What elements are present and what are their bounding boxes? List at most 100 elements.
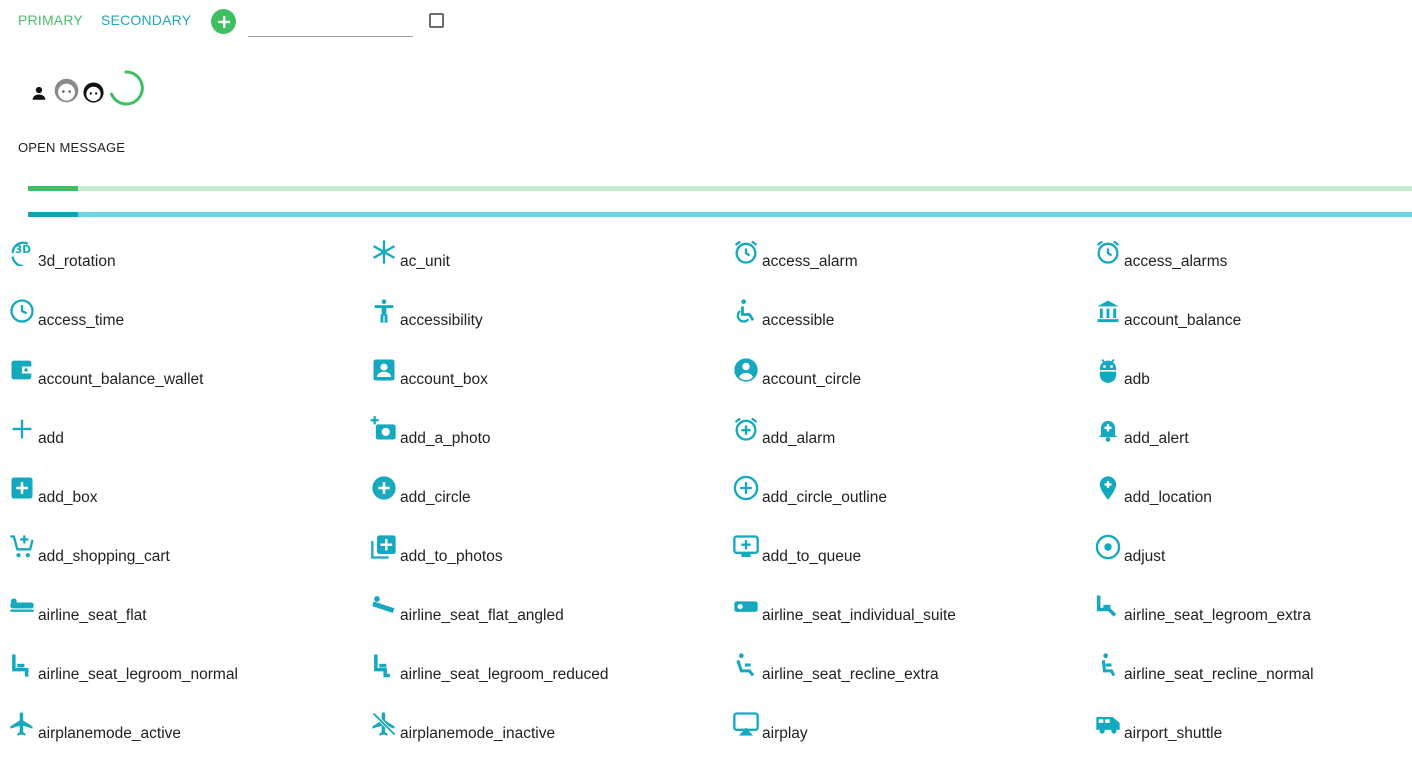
icon-item-label: add_circle_outline [762, 489, 887, 506]
loading-spinner [110, 70, 144, 106]
icon-item-label: access_alarm [762, 253, 858, 270]
primary-progress-bar [28, 186, 1412, 191]
face-icon [83, 82, 104, 103]
icon-item-add-circle-outline[interactable]: add_circle_outline [732, 472, 1094, 531]
icon-item-ac-unit[interactable]: ac_unit [370, 236, 732, 295]
icon-item-label: ac_unit [400, 253, 450, 270]
icon-item-adb[interactable]: adb [1094, 354, 1412, 413]
icon-item-label: account_box [400, 371, 488, 388]
3d-rotation-icon: 3D [8, 238, 36, 266]
icon-item-label: add_location [1124, 489, 1212, 506]
icon-item-label: airline_seat_individual_suite [762, 607, 956, 624]
icon-item-label: add_to_queue [762, 548, 862, 565]
icon-item-add[interactable]: add [8, 413, 370, 472]
icon-item-label: add_box [38, 489, 98, 506]
icon-item-airline-seat-recline-normal[interactable]: airline_seat_recline_normal [1094, 649, 1412, 708]
icon-item-label: airline_seat_legroom_reduced [400, 666, 609, 683]
add-alert-icon [1094, 415, 1122, 443]
icon-item-label: account_circle [762, 371, 862, 388]
icon-item-label: add [38, 430, 64, 447]
icon-item-airport-shuttle[interactable]: airport_shuttle [1094, 708, 1412, 767]
icon-item-airline-seat-individual-suite[interactable]: airline_seat_individual_suite [732, 590, 1094, 649]
icon-item-label: add_alert [1124, 430, 1189, 447]
person-icon [32, 86, 46, 100]
adb-icon [1094, 356, 1122, 384]
icon-item-add-circle[interactable]: add_circle [370, 472, 732, 531]
icon-item-add-a-photo[interactable]: add_a_photo [370, 413, 732, 472]
account-balance-wallet-icon [8, 356, 36, 384]
icon-item-access-time[interactable]: access_time [8, 295, 370, 354]
add-to-queue-icon [732, 533, 760, 561]
airplay-icon [732, 710, 760, 738]
add-alarm-icon [732, 415, 760, 443]
add-shopping-cart-icon [8, 533, 36, 561]
add-a-photo-icon [370, 415, 398, 443]
add-box-icon [8, 474, 36, 502]
icon-item-3d-rotation[interactable]: 3D 3d_rotation [8, 236, 370, 295]
icon-item-label: access_time [38, 312, 125, 329]
icon-item-label: airplanemode_inactive [400, 725, 556, 742]
airline-seat-recline-extra-icon [732, 651, 760, 679]
icon-item-airline-seat-legroom-extra[interactable]: airline_seat_legroom_extra [1094, 590, 1412, 649]
accessibility-icon [370, 297, 398, 325]
icon-item-label: add_alarm [762, 430, 836, 447]
icon-item-account-box[interactable]: account_box [370, 354, 732, 413]
open-message-button[interactable]: OPEN MESSAGE [18, 140, 125, 155]
secondary-progress-fill [28, 212, 78, 217]
icon-item-adjust[interactable]: adjust [1094, 531, 1412, 590]
icon-grid: 3D 3d_rotation ac_unit access_alarm access_a… [8, 236, 1412, 767]
icon-item-accessible[interactable]: accessible [732, 295, 1094, 354]
account-circle-icon [732, 356, 760, 384]
add-location-icon [1094, 474, 1122, 502]
access-alarms-icon [1094, 238, 1122, 266]
icon-item-account-circle[interactable]: account_circle [732, 354, 1094, 413]
icon-item-add-location[interactable]: add_location [1094, 472, 1412, 531]
icon-item-add-alarm[interactable]: add_alarm [732, 413, 1094, 472]
airline-seat-flat-icon [8, 592, 36, 620]
icon-item-label: airline_seat_legroom_extra [1124, 607, 1311, 624]
ac-unit-icon [370, 238, 398, 266]
airline-seat-legroom-reduced-icon [370, 651, 398, 679]
airline-seat-legroom-normal-icon [8, 651, 36, 679]
icon-item-label: airline_seat_flat [38, 607, 147, 624]
icon-item-airline-seat-flat[interactable]: airline_seat_flat [8, 590, 370, 649]
icon-item-account-balance-wallet[interactable]: account_balance_wallet [8, 354, 370, 413]
checkbox[interactable] [429, 13, 444, 28]
icon-item-label: accessibility [400, 312, 483, 329]
icon-item-label: account_balance_wallet [38, 371, 204, 388]
access-time-icon [8, 297, 36, 325]
icon-item-account-balance[interactable]: account_balance [1094, 295, 1412, 354]
icon-item-label: airplanemode_active [38, 725, 182, 742]
icon-item-label: airline_seat_legroom_normal [38, 666, 238, 683]
airplanemode-inactive-icon [370, 710, 398, 738]
icon-item-add-shopping-cart[interactable]: add_shopping_cart [8, 531, 370, 590]
text-input[interactable] [248, 14, 413, 37]
icon-item-airline-seat-flat-angled[interactable]: airline_seat_flat_angled [370, 590, 732, 649]
icon-item-airplay[interactable]: airplay [732, 708, 1094, 767]
add-fab-button[interactable] [211, 9, 236, 34]
primary-button[interactable]: PRIMARY [18, 12, 83, 28]
icon-item-airline-seat-legroom-normal[interactable]: airline_seat_legroom_normal [8, 649, 370, 708]
icon-item-add-box[interactable]: add_box [8, 472, 370, 531]
icon-item-airline-seat-legroom-reduced[interactable]: airline_seat_legroom_reduced [370, 649, 732, 708]
icon-item-label: airplay [762, 725, 808, 742]
icon-item-add-to-queue[interactable]: add_to_queue [732, 531, 1094, 590]
icon-item-airplanemode-inactive[interactable]: airplanemode_inactive [370, 708, 732, 767]
airline-seat-flat-angled-icon [370, 592, 398, 620]
icon-item-label: add_to_photos [400, 548, 503, 565]
airline-seat-legroom-extra-icon [1094, 592, 1122, 620]
icon-item-label: adjust [1124, 548, 1166, 565]
add-to-photos-icon [370, 533, 398, 561]
icon-item-access-alarm[interactable]: access_alarm [732, 236, 1094, 295]
icon-item-add-alert[interactable]: add_alert [1094, 413, 1412, 472]
icon-item-accessibility[interactable]: accessibility [370, 295, 732, 354]
icon-item-access-alarms[interactable]: access_alarms [1094, 236, 1412, 295]
icon-item-airline-seat-recline-extra[interactable]: airline_seat_recline_extra [732, 649, 1094, 708]
add-circle-outline-icon [732, 474, 760, 502]
icon-item-label: add_a_photo [400, 430, 491, 447]
primary-progress-fill [28, 186, 78, 191]
icon-item-airplanemode-active[interactable]: airplanemode_active [8, 708, 370, 767]
secondary-button[interactable]: SECONDARY [101, 12, 191, 28]
account-box-icon [370, 356, 398, 384]
icon-item-add-to-photos[interactable]: add_to_photos [370, 531, 732, 590]
